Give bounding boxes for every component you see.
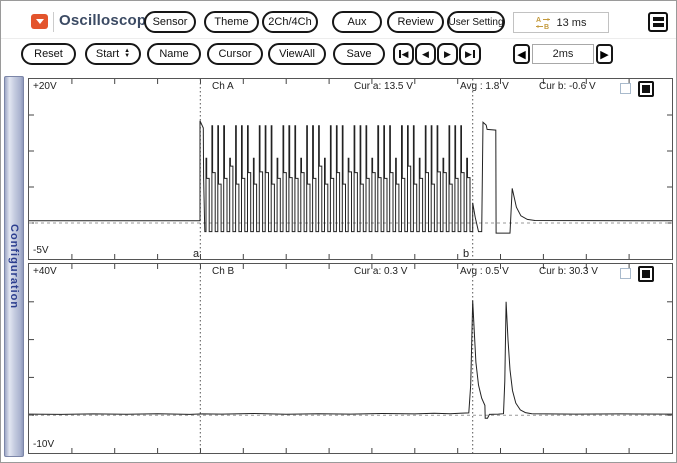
timebase-value-box[interactable]: 2ms <box>532 44 594 64</box>
channel-a-bottom-voltage-label: -5V <box>33 245 49 256</box>
svg-text:A: A <box>536 17 541 24</box>
review-button[interactable]: Review <box>387 11 444 33</box>
cursor-delta-time-display: A B 13 ms <box>513 12 609 33</box>
timebase-prev-button[interactable]: ◀ <box>513 44 530 64</box>
timebase-next-icon: ▶ <box>600 48 608 61</box>
timebase-next-button[interactable]: ▶ <box>596 44 613 64</box>
channel-b-label: Ch B <box>212 266 234 277</box>
red-dropdown-logo-icon[interactable] <box>31 14 48 29</box>
channel-a-checkbox[interactable] <box>620 83 631 94</box>
skip-to-end-icon <box>473 50 475 58</box>
skip-to-start-icon <box>399 50 401 58</box>
channel-mode-button[interactable]: 2Ch/4Ch <box>262 11 318 33</box>
channel-a-plot[interactable]: +20V Ch A Cur a: 13.5 V Avg : 1.8 V Cur … <box>28 78 673 260</box>
cursor-delta-time-value: 13 ms <box>557 17 587 29</box>
configuration-tab[interactable]: Configuration <box>4 76 24 457</box>
start-button[interactable]: Start ▲▼ <box>85 43 141 65</box>
channel-b-plot[interactable]: +40V Ch B Cur a: 0.3 V Avg : 0.5 V Cur b… <box>28 263 673 454</box>
cursor-button[interactable]: Cursor <box>207 43 263 65</box>
sensor-button[interactable]: Sensor <box>144 11 196 33</box>
channel-b-avg-value: Avg : 0.5 V <box>460 266 509 277</box>
oscilloscope-window: Oscilloscope Sensor Theme 2Ch/4Ch Aux Re… <box>0 0 677 463</box>
title-divider <box>53 12 54 32</box>
step-back-button[interactable]: ◀ <box>415 43 436 65</box>
channel-b-waveform <box>29 264 672 453</box>
skip-to-start-button[interactable]: ◀ <box>393 43 414 65</box>
timebase-prev-icon: ◀ <box>517 48 525 61</box>
channel-b-checkbox[interactable] <box>620 268 631 279</box>
channel-b-cursor-a-value: Cur a: 0.3 V <box>354 266 407 277</box>
aux-button[interactable]: Aux <box>332 11 382 33</box>
channel-a-cursor-a-value: Cur a: 13.5 V <box>354 81 413 92</box>
toolbar-separator <box>1 38 676 39</box>
user-setting-button[interactable]: User Setting <box>447 11 505 33</box>
viewall-button[interactable]: ViewAll <box>268 43 326 65</box>
channel-a-avg-value: Avg : 1.8 V <box>460 81 509 92</box>
name-button[interactable]: Name <box>147 43 201 65</box>
channel-a-waveform <box>29 79 672 259</box>
step-back-icon: ◀ <box>422 50 429 59</box>
configuration-tab-label: Configuration <box>8 224 20 309</box>
channel-a-top-voltage-label: +20V <box>33 81 57 92</box>
channel-b-color-box[interactable] <box>638 266 654 282</box>
theme-button[interactable]: Theme <box>204 11 259 33</box>
svg-text:B: B <box>544 24 549 30</box>
reset-button[interactable]: Reset <box>21 43 76 65</box>
save-button[interactable]: Save <box>333 43 385 65</box>
skip-to-end-button[interactable]: ▶ <box>459 43 481 65</box>
menu-icon[interactable] <box>648 12 668 32</box>
step-forward-icon: ▶ <box>444 50 451 59</box>
channel-a-cursor-b-value: Cur b: -0.6 V <box>539 81 596 92</box>
channel-b-top-voltage-label: +40V <box>33 266 57 277</box>
app-title: Oscilloscope <box>59 12 155 29</box>
step-forward-button[interactable]: ▶ <box>437 43 458 65</box>
cursor-b-label[interactable]: b <box>463 248 469 260</box>
channel-a-color-box[interactable] <box>638 81 654 97</box>
cursor-a-label[interactable]: a <box>193 248 199 260</box>
channel-a-label: Ch A <box>212 81 234 92</box>
channel-b-bottom-voltage-label: -10V <box>33 439 54 450</box>
channel-b-cursor-b-value: Cur b: 30.3 V <box>539 266 598 277</box>
cursor-ab-delta-icon: A B <box>536 16 551 30</box>
start-spinner-icon: ▲▼ <box>124 49 130 59</box>
